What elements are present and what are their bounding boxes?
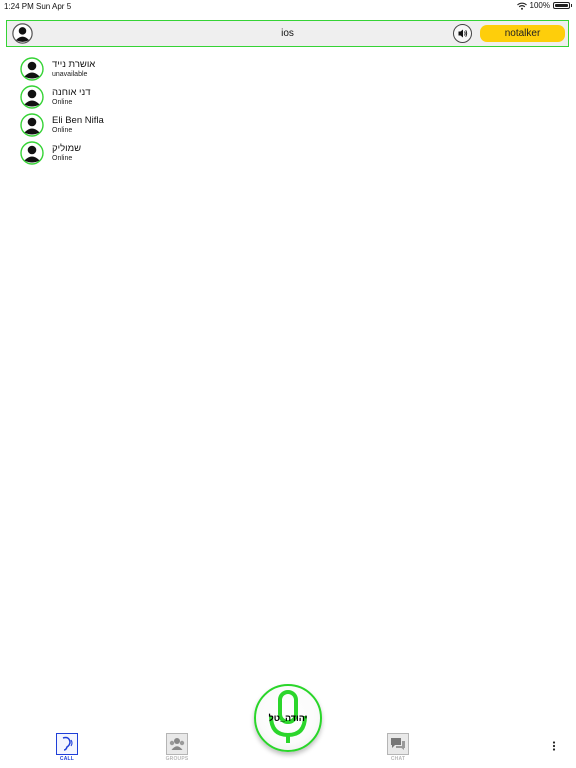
contact-status: Online [52,127,73,134]
status-date: Sun Apr 5 [36,2,72,11]
groups-icon [166,733,188,755]
battery-icon [553,2,570,9]
contact-name: Eli Ben Nifla [52,115,104,126]
more-options-icon[interactable] [550,740,558,752]
nav-groups-label: GROUPS [165,756,189,762]
battery-percent: 100% [529,1,550,10]
nav-call[interactable]: CALL [47,733,87,765]
nav-groups[interactable]: GROUPS [157,733,197,765]
nav-call-label: CALL [59,756,75,762]
battery-cap [571,4,572,7]
status-right: 100% [516,1,572,10]
contact-item[interactable]: דני אוחנה Online [20,85,220,109]
contact-avatar-icon [20,85,44,109]
contact-item[interactable]: שמוליק Online [20,141,220,165]
contact-avatar-icon [20,113,44,137]
contact-avatar-icon [20,57,44,81]
contact-name: אושרת נייד [52,59,96,70]
nav-chat-label: CHAT [390,756,406,762]
contact-status: Online [52,99,73,106]
contact-status: unavailable [52,71,88,78]
top-bar: ios notalker [6,20,569,47]
mic-label: יהודה_טל [268,713,308,723]
contact-item[interactable]: Eli Ben Nifla Online [20,113,220,137]
wifi-icon [516,2,527,10]
chat-icon [387,733,409,755]
contact-name: דני אוחנה [52,87,91,98]
status-time: 1:24 PM [4,2,34,11]
speaker-icon [458,29,468,38]
contact-avatar-icon [20,141,44,165]
contact-item[interactable]: אושרת נייד unavailable [20,57,220,81]
notalker-button[interactable]: notalker [480,25,565,42]
contact-name: שמוליק [52,143,82,154]
speaker-button[interactable] [453,24,472,43]
push-to-talk-button[interactable]: יהודה_טל [254,684,322,752]
status-bar: 1:24 PM Sun Apr 5 100% [0,0,576,12]
call-icon [56,733,78,755]
nav-chat[interactable]: CHAT [378,733,418,765]
contact-status: Online [52,155,73,162]
